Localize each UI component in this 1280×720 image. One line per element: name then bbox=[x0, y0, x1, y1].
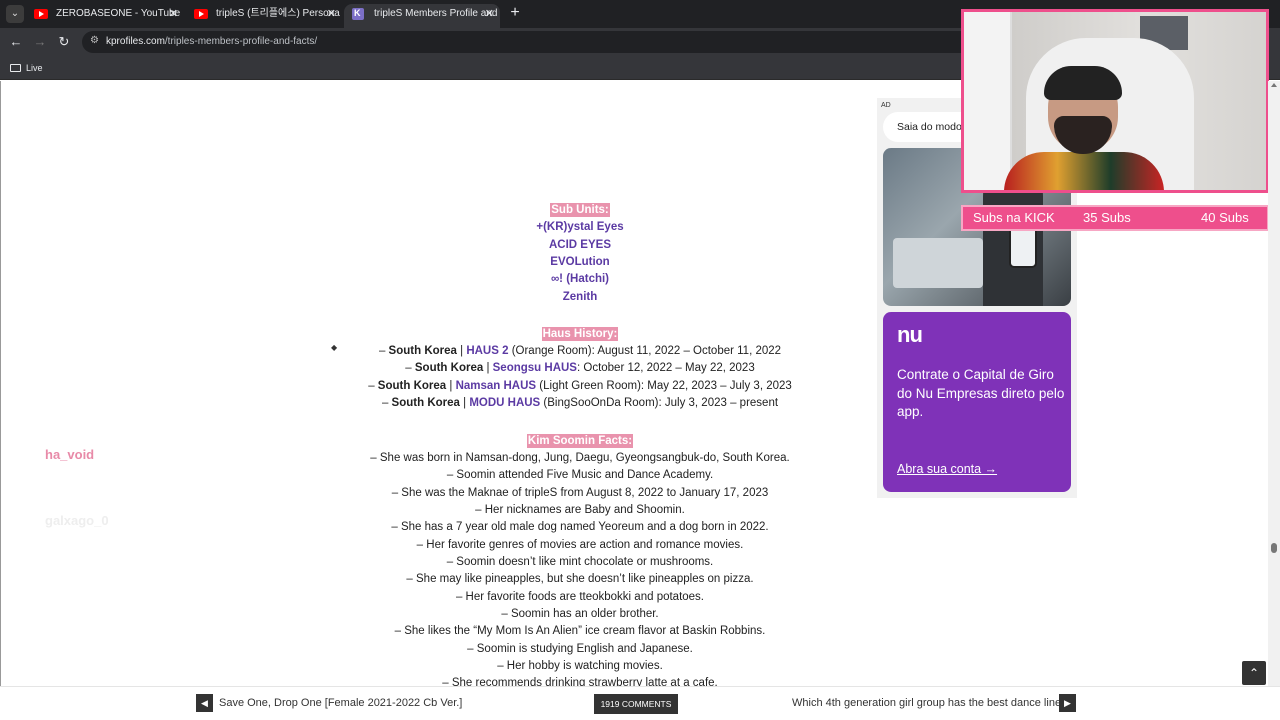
subs-goal-bar: Subs na KICK 35 Subs 40 Subs bbox=[961, 205, 1269, 231]
sub-unit-link[interactable]: EVOLution bbox=[550, 256, 609, 268]
fact-item: – She was born in Namsan-dong, Jung, Dae… bbox=[370, 452, 790, 464]
fact-item: – Soomin has an older brother. bbox=[501, 608, 659, 620]
subs-current: 35 Subs bbox=[1083, 210, 1131, 225]
next-post-link[interactable]: Which 4th generation girl group has the … bbox=[792, 695, 1067, 711]
sub-unit-link[interactable]: +(KR)ystal Eyes bbox=[536, 221, 623, 233]
tab-title: tripleS (트리플에스) Persona - ( bbox=[216, 8, 342, 19]
fact-item: – Her favorite genres of movies are acti… bbox=[416, 539, 744, 551]
haus-link[interactable]: HAUS 2 bbox=[466, 345, 508, 357]
close-icon[interactable]: ✕ bbox=[485, 4, 494, 24]
bookmark-label: Live bbox=[26, 63, 43, 73]
fact-item: – Soomin doesn’t like mint chocolate or … bbox=[446, 556, 714, 568]
streamer-shirt bbox=[1004, 152, 1164, 190]
haus-item: – South Korea | HAUS 2 (Orange Room): Au… bbox=[378, 345, 782, 357]
streamer-hair bbox=[1044, 66, 1122, 100]
close-icon[interactable]: ✕ bbox=[327, 4, 336, 24]
back-icon[interactable]: ← bbox=[7, 33, 25, 51]
kprofiles-icon bbox=[352, 4, 364, 23]
haus-item: – South Korea | MODU HAUS (BingSooOnDa R… bbox=[381, 397, 779, 409]
subs-label: Subs na KICK bbox=[973, 210, 1055, 225]
prev-post-link[interactable]: Save One, Drop One [Female 2021-2022 Cb … bbox=[219, 695, 462, 711]
url-text: kprofiles.com/triples-members-profile-an… bbox=[106, 36, 318, 47]
bookmark-folder-live[interactable]: Live bbox=[10, 60, 43, 76]
sub-unit-link[interactable]: ∞! (Hatchi) bbox=[551, 273, 609, 285]
vertical-scrollbar[interactable] bbox=[1268, 81, 1280, 686]
close-icon[interactable]: ✕ bbox=[169, 4, 178, 24]
fact-item: – Soomin attended Five Music and Dance A… bbox=[446, 469, 714, 481]
tab-title: tripleS Members Profile and Fa bbox=[374, 8, 500, 19]
prev-arrow-icon[interactable]: ◀ bbox=[196, 694, 213, 712]
stream-overlay-name: galxago_0 bbox=[45, 513, 109, 528]
ad-cta-link[interactable]: Abra sua conta → bbox=[897, 462, 997, 476]
tab-title: ZEROBASEONE - YouTube bbox=[56, 8, 181, 19]
haus-link[interactable]: MODU HAUS bbox=[469, 397, 540, 409]
tab-persona[interactable]: tripleS (트리플에스) Persona - ( ✕ bbox=[186, 4, 342, 28]
haus-item: – South Korea | Seongsu HAUS: October 12… bbox=[405, 362, 755, 374]
stream-overlay-name: ha_void bbox=[45, 447, 95, 462]
ad-tag: AD bbox=[881, 102, 891, 109]
folder-icon bbox=[10, 64, 21, 72]
ad-card[interactable]: nu Contrate o Capital de Giro do Nu Empr… bbox=[883, 312, 1071, 492]
nubank-logo: nu bbox=[897, 322, 923, 347]
subs-goal: 40 Subs bbox=[1201, 210, 1249, 225]
fact-item: – She has a 7 year old male dog named Ye… bbox=[391, 521, 769, 533]
shelf bbox=[964, 12, 1012, 190]
reload-icon[interactable]: ↻ bbox=[55, 33, 73, 51]
fact-item: – Soomin is studying English and Japanes… bbox=[467, 643, 693, 655]
next-arrow-icon[interactable]: ▶ bbox=[1059, 694, 1076, 712]
sub-unit-link[interactable]: Zenith bbox=[563, 291, 598, 303]
fact-item: – Her favorite foods are tteokbokki and … bbox=[455, 591, 705, 603]
scroll-up-icon[interactable] bbox=[1271, 83, 1277, 87]
post-navigation: ◀ Save One, Drop One [Female 2021-2022 C… bbox=[0, 686, 1280, 720]
tab-search-button[interactable]: ⌄ bbox=[6, 5, 24, 23]
webcam-overlay bbox=[961, 9, 1269, 193]
haus-link[interactable]: Namsan HAUS bbox=[456, 380, 537, 392]
facts-heading: Kim Soomin Facts: bbox=[526, 434, 634, 448]
laptop-illustration bbox=[893, 238, 983, 288]
scroll-thumb[interactable] bbox=[1271, 543, 1277, 553]
sub-units-heading: Sub Units: bbox=[550, 203, 610, 217]
haus-history-heading: Haus History: bbox=[541, 327, 619, 341]
new-tab-button[interactable]: + bbox=[506, 4, 524, 22]
youtube-icon bbox=[34, 9, 48, 19]
fact-item: – She may like pineapples, but she doesn… bbox=[406, 573, 754, 585]
fact-item: – Her nicknames are Baby and Shoomin. bbox=[475, 504, 685, 516]
haus-link[interactable]: Seongsu HAUS bbox=[493, 362, 577, 374]
youtube-icon bbox=[194, 9, 208, 19]
fact-item: – She was the Maknae of tripleS from Aug… bbox=[391, 487, 769, 499]
site-info-icon[interactable]: ⚙ bbox=[90, 35, 102, 47]
fact-item: – She likes the “My Mom Is An Alien” ice… bbox=[394, 625, 766, 637]
mouse-cursor-icon: ◆ bbox=[331, 343, 338, 352]
comments-button[interactable]: 1919 COMMENTS bbox=[594, 694, 678, 714]
forward-icon[interactable]: → bbox=[31, 33, 49, 51]
ad-copy: Contrate o Capital de Giro do Nu Empresa… bbox=[897, 367, 1065, 419]
sub-unit-link[interactable]: ACID EYES bbox=[549, 239, 611, 251]
haus-item: – South Korea | Namsan HAUS (Light Green… bbox=[368, 380, 792, 392]
back-to-top-button[interactable]: ⌃ bbox=[1242, 661, 1266, 685]
tab-kprofiles[interactable]: tripleS Members Profile and Fa ✕ bbox=[344, 4, 500, 28]
tab-youtube[interactable]: ZEROBASEONE - YouTube ✕ bbox=[26, 4, 184, 28]
fact-item: – Her hobby is watching movies. bbox=[497, 660, 663, 672]
